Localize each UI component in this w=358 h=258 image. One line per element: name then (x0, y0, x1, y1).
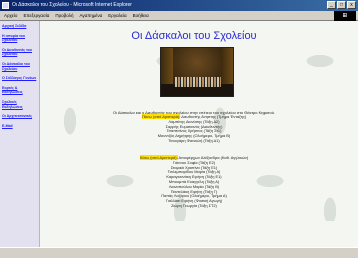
sidebar-link-email[interactable]: E-Mail (2, 124, 37, 129)
list-item: Τσουγάρη Φανουλή (Τάξη Δ1) (168, 137, 220, 143)
sidebar-link-principals[interactable]: Οι Διευθυντές του Σχολείου (2, 48, 37, 57)
menu-help[interactable]: Βοήθεια (133, 11, 149, 20)
menu-bar: Αρχείο Επεξεργασία Προβολή Αγαπημένα Εργ… (0, 11, 358, 21)
sidebar-link-history[interactable]: Η ιστορία του Σχολείου (2, 34, 37, 43)
status-bar (0, 247, 358, 258)
window-title: Οι Δάσκαλοι του Σχολείου - Microsoft Int… (12, 2, 132, 8)
sidebar-link-parents[interactable]: Ο Σύλλογος Γονέων (2, 76, 37, 81)
browser-viewport: Αρχική Σελίδα Η ιστορία του Σχολείου Οι … (0, 21, 358, 247)
ie-icon (2, 2, 9, 9)
sidebar-link-architecture[interactable]: Οι Αρχιτεκτονικές (2, 114, 37, 119)
window-titlebar: Οι Δάσκαλοι του Σχολείου - Microsoft Int… (0, 0, 358, 11)
menu-edit[interactable]: Επεξεργασία (23, 11, 49, 20)
section-bottom-heading: Κάτω (από Αριστερά): (139, 155, 178, 160)
group-of-teachers (175, 77, 221, 87)
main-content: Οι Δάσκαλοι του Σχολείου Οι Δάσκαλοι και… (40, 21, 348, 247)
section-top-row: Πάνω (από Αριστερά): Διευθυντής Ανηστης … (40, 114, 348, 144)
close-button[interactable]: x (347, 1, 356, 9)
sidebar-link-events[interactable]: Εορτές & Εκδηλώσεις (2, 86, 37, 95)
sidebar-link-home[interactable]: Αρχική Σελίδα (2, 24, 37, 29)
sidebar-link-school-events[interactable]: Σχολικές Εκδηλώσεις (2, 100, 37, 109)
sidebar-link-teachers[interactable]: Οι Δάσκαλοι του Σχολείου (2, 62, 37, 71)
section-bottom-row: Κάτω (από Αριστερά): Αποιμέρχων Αλέξανδρ… (40, 155, 348, 209)
minimize-button[interactable]: _ (327, 1, 336, 9)
page-title: Οι Δάσκαλοι του Σχολείου (131, 30, 257, 42)
windows-logo-icon: ⊞ (334, 11, 356, 21)
sidebar-nav: Αρχική Σελίδα Η ιστορία του Σχολείου Οι … (0, 21, 40, 247)
menu-view[interactable]: Προβολή (55, 11, 73, 20)
maximize-button[interactable]: □ (337, 1, 346, 9)
menu-favorites[interactable]: Αγαπημένα (79, 11, 102, 20)
window-controls: _ □ x (327, 1, 356, 9)
menu-file[interactable]: Αρχείο (4, 11, 17, 20)
list-item: Ζιώρη Γεωργία (Τάξη ΣΤ2) (171, 202, 217, 208)
teachers-stage-photo (160, 47, 234, 97)
menu-tools[interactable]: Εργαλεία (108, 11, 126, 20)
